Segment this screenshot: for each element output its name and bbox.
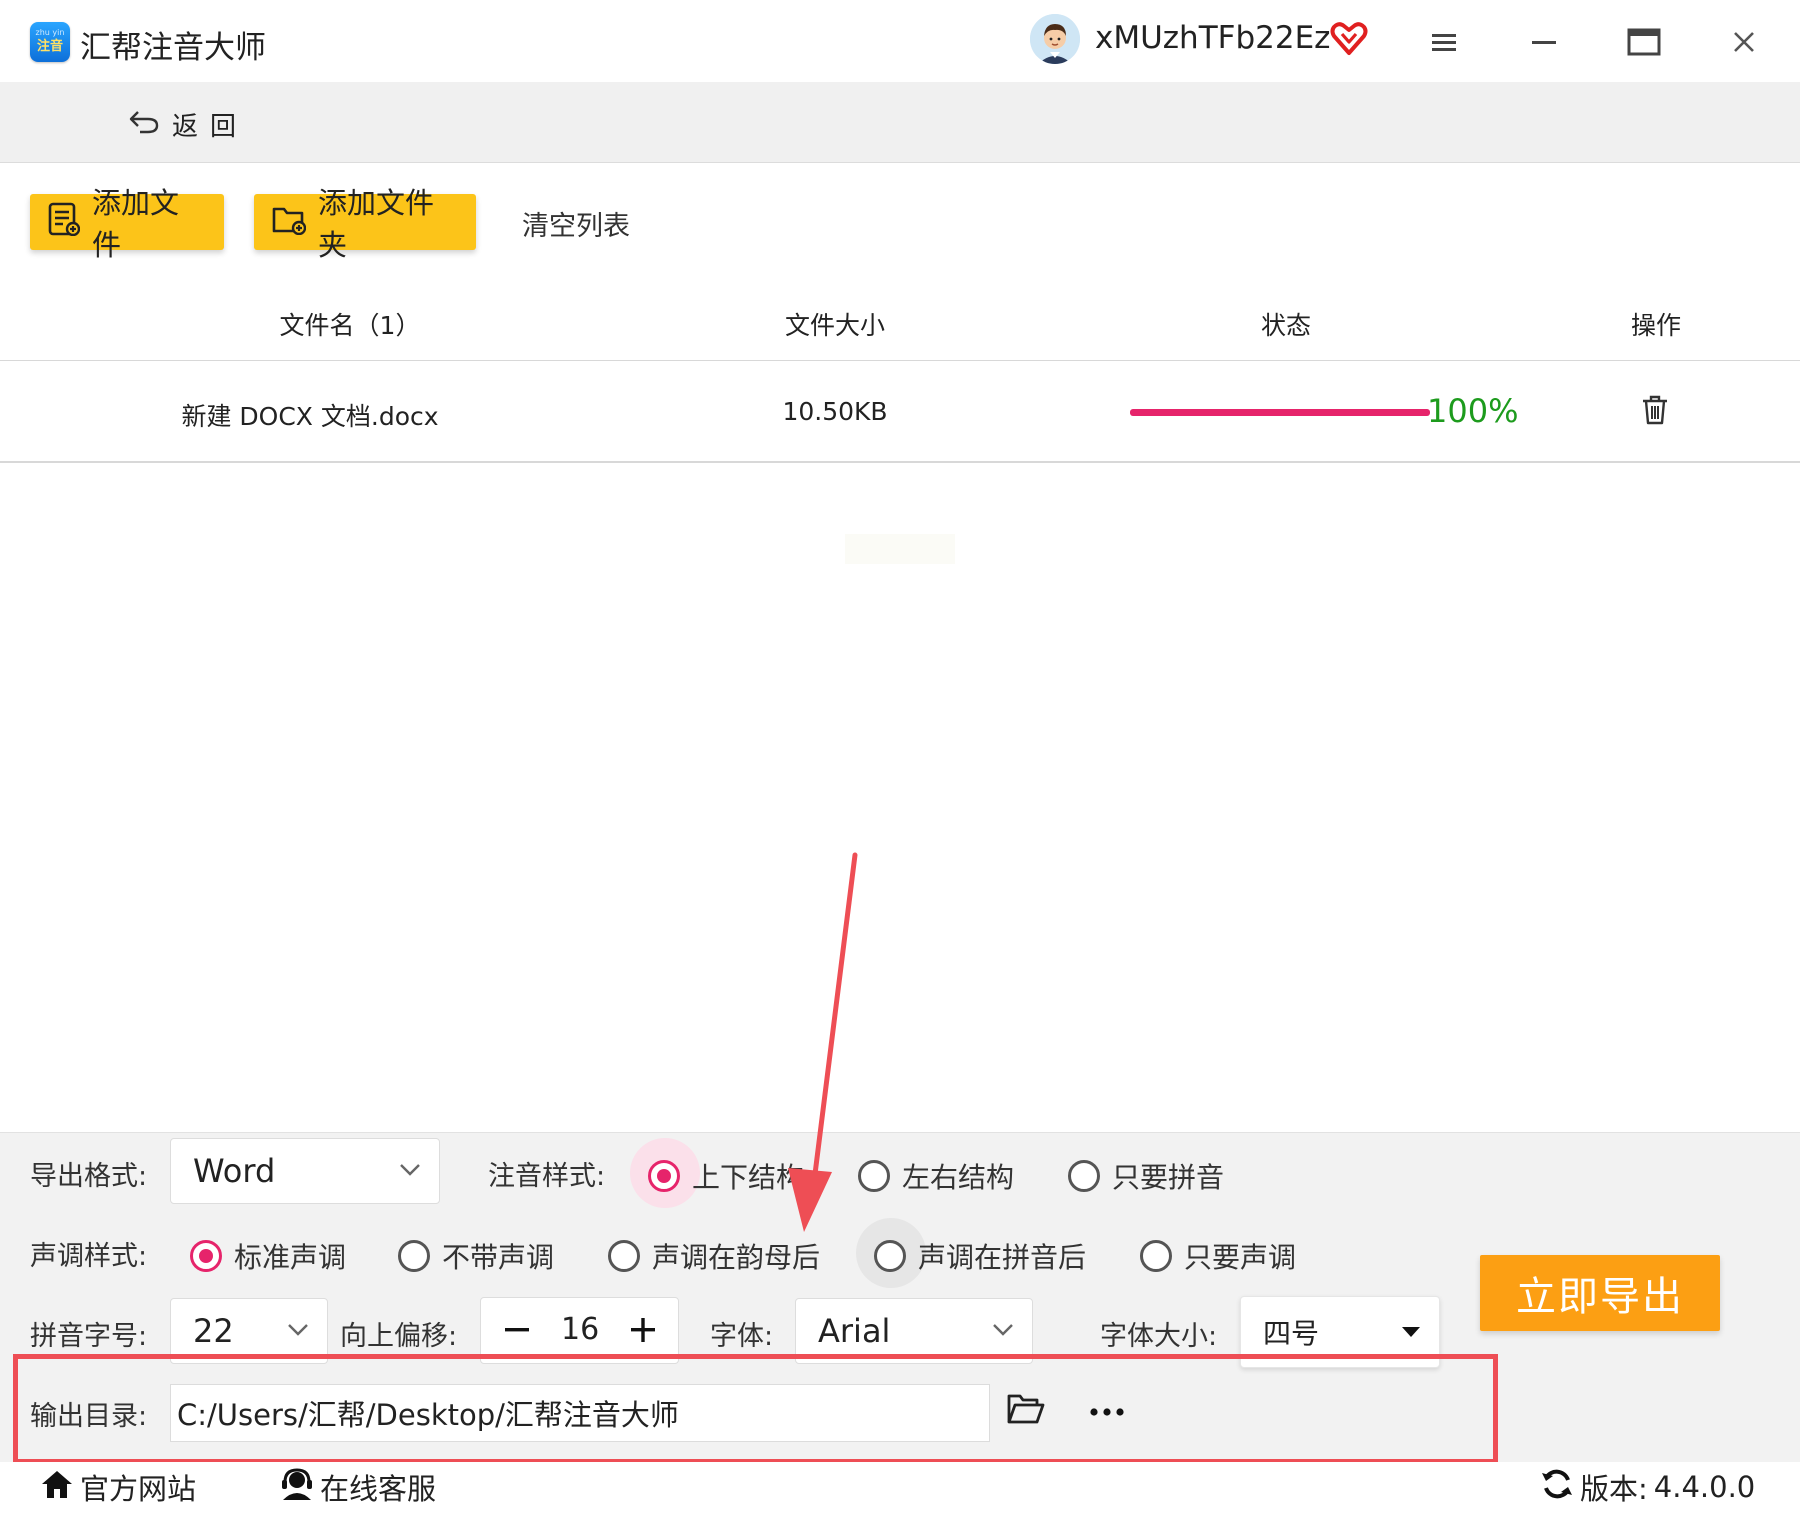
pinyin-size-select[interactable]: 22 <box>170 1298 328 1364</box>
radio-label: 声调在拼音后 <box>918 1241 1087 1274</box>
back-label: 返回 <box>172 111 249 142</box>
app-logo-caption: zhu yin <box>35 28 65 37</box>
output-dir-label: 输出目录: <box>30 1401 148 1432</box>
radio-button <box>190 1240 222 1272</box>
avatar[interactable] <box>1030 14 1080 64</box>
column-header-status: 状态 <box>1260 311 1311 340</box>
vip-heart-icon[interactable] <box>1330 20 1368 60</box>
chevron-down-icon <box>399 1162 421 1181</box>
file-name-cell: 新建 DOCX 文档.docx <box>181 402 439 431</box>
refresh-icon <box>1540 1467 1574 1508</box>
font-size-value: 四号 <box>1263 1317 1320 1350</box>
back-arrow-icon <box>128 107 160 142</box>
radio-label: 标准声调 <box>234 1241 347 1274</box>
official-website-link[interactable]: 官方网站 <box>40 1466 196 1508</box>
column-header-size: 文件大小 <box>784 311 885 340</box>
progress-percent: 100% <box>1427 392 1519 430</box>
offset-value[interactable]: 16 <box>561 1312 599 1347</box>
font-select[interactable]: Arial <box>795 1298 1033 1364</box>
add-file-icon <box>48 202 81 243</box>
font-size-label: 字体大小: <box>1100 1321 1218 1352</box>
folder-open-icon[interactable] <box>1006 1392 1046 1430</box>
version-value: 4.4.0.0 <box>1653 1470 1756 1504</box>
increment-button[interactable] <box>621 1308 665 1352</box>
back-button[interactable]: 返回 <box>128 104 248 144</box>
radio-label: 左右结构 <box>902 1161 1015 1194</box>
radio-button <box>1140 1240 1172 1272</box>
tone-option-after-final[interactable]: 声调在韵母后 <box>608 1236 820 1276</box>
version-info: 版本: 4.4.0.0 <box>1540 1466 1755 1508</box>
app-logo-mark: 注音 <box>36 39 63 54</box>
radio-button <box>648 1160 680 1192</box>
radio-label: 声调在韵母后 <box>652 1241 821 1274</box>
tone-option-tone-only[interactable]: 只要声调 <box>1140 1236 1296 1276</box>
radio-label: 只要声调 <box>1184 1241 1297 1274</box>
close-icon[interactable] <box>1722 20 1766 64</box>
radio-button <box>608 1240 640 1272</box>
file-size-cell: 10.50KB <box>782 397 888 426</box>
font-label: 字体: <box>710 1321 774 1352</box>
annotation-option-pinyin-only[interactable]: 只要拼音 <box>1068 1156 1224 1196</box>
export-now-button[interactable]: 立即导出 <box>1480 1255 1720 1331</box>
tone-option-standard[interactable]: 标准声调 <box>190 1236 346 1276</box>
status-bar <box>0 1462 1800 1520</box>
chevron-down-icon <box>287 1322 309 1341</box>
column-header-filename: 文件名（1） <box>279 311 421 340</box>
maximize-icon[interactable] <box>1622 20 1666 64</box>
export-format-select[interactable]: Word <box>170 1138 440 1204</box>
offset-stepper: 16 <box>480 1297 679 1364</box>
app-title: 汇帮注音大师 <box>80 30 266 66</box>
app-logo: zhu yin 注音 <box>30 22 70 62</box>
font-size-select[interactable]: 四号 <box>1240 1296 1440 1368</box>
clear-list-button[interactable]: 清空列表 <box>522 204 630 243</box>
output-dir-input[interactable] <box>170 1384 990 1442</box>
radio-button <box>874 1240 906 1272</box>
export-format-label: 导出格式: <box>30 1161 148 1192</box>
pinyin-size-value: 22 <box>193 1312 234 1350</box>
trash-icon[interactable] <box>1640 394 1670 430</box>
radio-label: 上下结构 <box>692 1161 805 1194</box>
online-support-label: 在线客服 <box>320 1472 437 1506</box>
font-value: Arial <box>818 1312 891 1350</box>
minimize-icon[interactable] <box>1522 20 1566 64</box>
pinyin-size-label: 拼音字号: <box>30 1321 148 1352</box>
chevron-down-icon <box>992 1322 1014 1341</box>
menu-icon[interactable] <box>1422 20 1466 64</box>
radio-button <box>858 1160 890 1192</box>
home-icon <box>40 1468 74 1507</box>
online-support-link[interactable]: 在线客服 <box>280 1466 436 1508</box>
radio-button <box>398 1240 430 1272</box>
export-format-value: Word <box>193 1152 276 1190</box>
annotation-option-top-bottom[interactable]: 上下结构 <box>648 1156 804 1196</box>
add-folder-label: 添加文件夹 <box>318 186 435 262</box>
decrement-button[interactable] <box>495 1308 539 1352</box>
navigation-bar <box>0 82 1800 163</box>
radio-button <box>1068 1160 1100 1192</box>
annotation-style-label: 注音样式: <box>488 1161 606 1192</box>
tone-option-after-pinyin[interactable]: 声调在拼音后 <box>874 1236 1086 1276</box>
tone-option-none[interactable]: 不带声调 <box>398 1236 554 1276</box>
tone-style-label: 声调样式: <box>30 1241 148 1272</box>
radio-label: 不带声调 <box>442 1241 555 1274</box>
offset-label: 向上偏移: <box>340 1321 458 1352</box>
add-file-label: 添加文件 <box>92 186 180 262</box>
progress-bar <box>1130 409 1430 416</box>
progress-bar-fill <box>1130 409 1430 416</box>
add-folder-icon <box>272 203 307 242</box>
radio-label: 只要拼音 <box>1112 1161 1225 1194</box>
add-file-button[interactable]: 添加文件 <box>30 186 224 262</box>
placeholder-strip <box>845 534 955 564</box>
version-label: 版本: <box>1580 1472 1648 1506</box>
column-header-actions: 操作 <box>1630 311 1681 340</box>
add-folder-button[interactable]: 添加文件夹 <box>254 186 476 262</box>
more-icon[interactable] <box>1088 1404 1126 1423</box>
official-website-label: 官方网站 <box>80 1472 197 1506</box>
headset-icon <box>280 1467 314 1507</box>
caret-down-icon <box>1401 1323 1421 1342</box>
username[interactable]: xMUzhTFb22Ez <box>1095 20 1330 56</box>
annotation-option-left-right[interactable]: 左右结构 <box>858 1156 1014 1196</box>
